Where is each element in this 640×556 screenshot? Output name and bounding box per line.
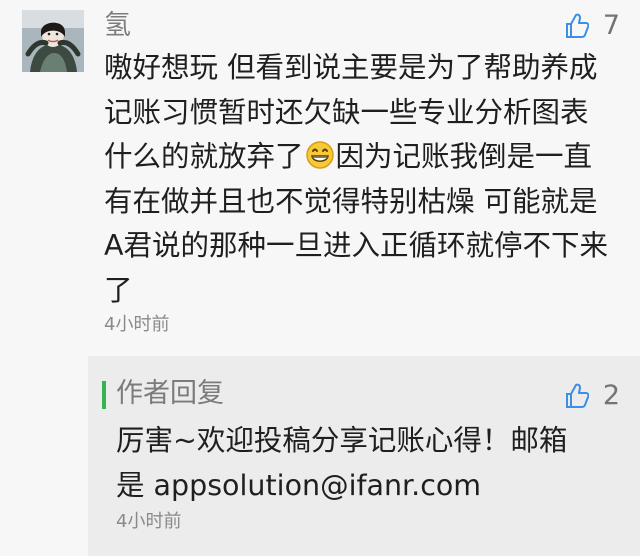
comment-line: 了 xyxy=(104,273,133,307)
reply-line: 厉害~欢迎投稿分享记账心得！邮箱 xyxy=(116,424,568,457)
author-reply-label: 作者回复 xyxy=(116,378,224,409)
reply-body: 厉害~欢迎投稿分享记账心得！邮箱 是 appsolution@ifanr.com xyxy=(116,419,626,508)
thumbs-up-icon xyxy=(565,13,589,38)
author-accent-bar xyxy=(102,381,106,409)
comment-line: 记账习惯暂时还欠缺一些专业分析图表 xyxy=(104,95,589,129)
comment-username[interactable]: 氢 xyxy=(104,8,131,44)
reply-like-button[interactable]: 2 xyxy=(565,378,620,414)
reply-like-count: 2 xyxy=(602,380,620,411)
avatar[interactable] xyxy=(22,10,84,72)
comment-line: 嗷好想玩 但看到说主要是为了帮助养成 xyxy=(104,51,598,84)
comment-line: 有在做并且也不觉得特别枯燥 可能就是 xyxy=(104,184,598,218)
comment-line-segment: 因为记账我倒是一直 xyxy=(335,140,593,173)
comment-body: 嗷好想玩 但看到说主要是为了帮助养成 记账习惯暂时还欠缺一些专业分析图表 什么的… xyxy=(104,46,622,313)
comment-like-count: 7 xyxy=(602,10,620,41)
comment-timestamp: 4小时前 xyxy=(104,314,170,335)
reply-timestamp: 4小时前 xyxy=(116,511,182,532)
comment-like-button[interactable]: 7 xyxy=(565,8,620,44)
grinning-face-icon xyxy=(305,139,335,184)
reply-line: 是 appsolution@ifanr.com xyxy=(116,468,482,502)
comment-line-with-emoji: 什么的就放弃了 因为记账我倒是一直 xyxy=(104,135,622,180)
avatar-image xyxy=(22,10,84,72)
comment-line-segment: 什么的就放弃了 xyxy=(104,140,304,173)
thumbs-up-icon xyxy=(565,383,589,408)
comment-card: 氢 7 嗷好想玩 但看到说主要是为了帮助养成 记账习惯暂时还欠缺一些专业分析图表… xyxy=(0,0,640,356)
comment-line: A君说的那种一旦进入正循环就停不下来 xyxy=(104,229,608,262)
